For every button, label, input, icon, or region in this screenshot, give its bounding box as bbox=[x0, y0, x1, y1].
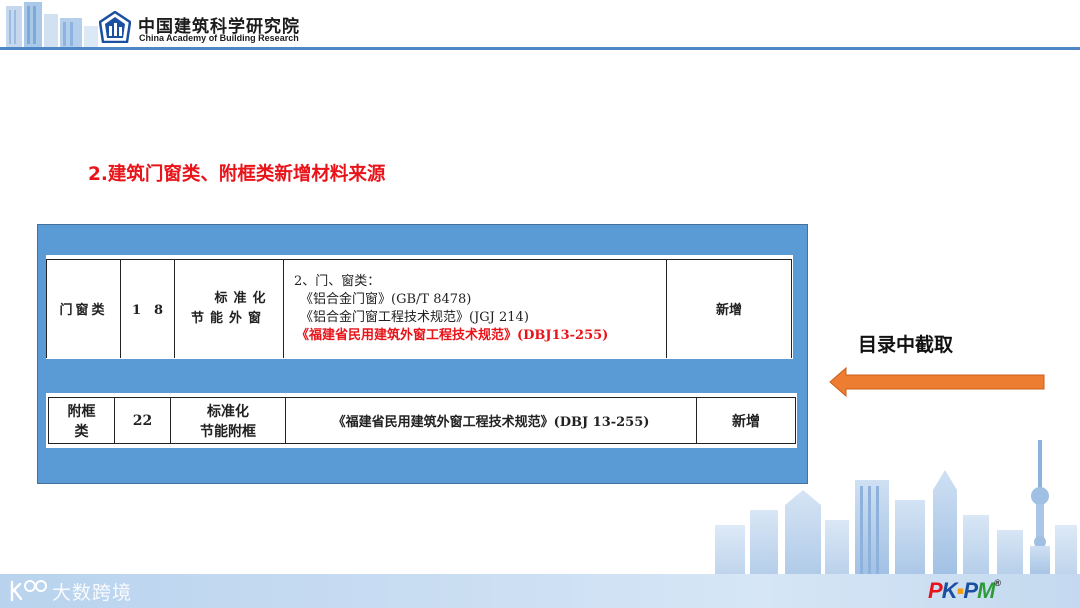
watermark-logo-icon bbox=[10, 580, 47, 602]
table-row: 门窗类 1 8 标准化 节能外窗 2、门、窗类： 《铝合金门窗》(GB/T 84… bbox=[46, 259, 792, 358]
product-type-line: 标准化 bbox=[207, 403, 249, 420]
header-divider bbox=[0, 47, 1080, 50]
category-cell: 门窗类 bbox=[46, 259, 121, 358]
pkpm-logo: PK▪PM® bbox=[928, 578, 1001, 603]
standard-cell: 《福建省民用建筑外窗工程技术规范》(DBJ 13-255) bbox=[285, 397, 697, 444]
product-type-line: 节能外窗 bbox=[190, 310, 267, 326]
callout-text: 目录中截取 bbox=[858, 334, 954, 356]
table-snippet-doors-windows: 门窗类 1 8 标准化 节能外窗 2、门、窗类： 《铝合金门窗》(GB/T 84… bbox=[46, 255, 793, 359]
table-doors-windows: 门窗类 1 8 标准化 节能外窗 2、门、窗类： 《铝合金门窗》(GB/T 84… bbox=[46, 259, 792, 358]
table-sub-frames: 附框 类 22 标准化 节能附框 《福建省民用建筑外窗工程技术规范》(DBJ 1… bbox=[48, 397, 796, 444]
table-snippet-sub-frames: 附框 类 22 标准化 节能附框 《福建省民用建筑外窗工程技术规范》(DBJ 1… bbox=[46, 393, 797, 448]
left-arrow-icon bbox=[829, 366, 1045, 398]
table-row: 附框 类 22 标准化 节能附框 《福建省民用建筑外窗工程技术规范》(DBJ 1… bbox=[48, 397, 796, 444]
watermark-text: 大数跨境 bbox=[52, 582, 133, 604]
category-cell: 附框 类 bbox=[48, 397, 115, 444]
standard-line-new: 《福建省民用建筑外窗工程技术规范》(DBJ13-255) bbox=[296, 327, 609, 343]
standard-line: 《铝合金门窗》(GB/T 8478) bbox=[300, 291, 472, 307]
building-emblem-icon bbox=[99, 11, 131, 43]
status-cell: 新增 bbox=[666, 259, 792, 358]
city-skyline-illustration bbox=[715, 440, 1077, 580]
product-type-line: 标准化 bbox=[214, 290, 272, 306]
header-buildings-icon bbox=[0, 0, 100, 50]
product-type-cell: 标准化 节能外窗 bbox=[174, 259, 284, 358]
standard-line: 《铝合金门窗工程技术规范》(JGJ 214) bbox=[300, 309, 529, 325]
slide-header: 中国建筑科学研究院 China Academy of Building Rese… bbox=[0, 0, 1080, 50]
section-title: 2.建筑门窗类、附框类新增材料来源 bbox=[88, 164, 386, 185]
org-name-en: China Academy of Building Research bbox=[139, 33, 299, 43]
product-type-line: 节能附框 bbox=[200, 423, 256, 440]
category-line: 类 bbox=[74, 423, 89, 440]
footer-band bbox=[0, 574, 1080, 608]
standard-line: 2、门、窗类： bbox=[294, 273, 381, 289]
standards-cell: 2、门、窗类： 《铝合金门窗》(GB/T 8478) 《铝合金门窗工程技术规范》… bbox=[283, 259, 667, 358]
category-line: 附框 bbox=[67, 403, 96, 420]
number-cell: 22 bbox=[114, 397, 171, 444]
number-cell: 1 8 bbox=[120, 259, 175, 358]
product-type-cell: 标准化 节能附框 bbox=[170, 397, 286, 444]
